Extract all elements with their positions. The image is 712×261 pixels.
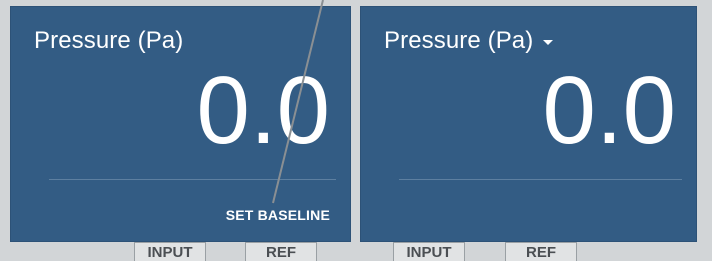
tab-input-right[interactable]: INPUT — [393, 242, 465, 261]
tab-input-left[interactable]: INPUT — [134, 242, 206, 261]
divider — [49, 179, 336, 180]
chevron-down-icon[interactable] — [543, 39, 554, 45]
pressure-display-screen: Pressure (Pa) 0.0 SET BASELINE Pressure … — [0, 0, 712, 261]
panel-title-dropdown[interactable]: Pressure (Pa) — [384, 27, 554, 55]
panel-title-label: Pressure (Pa) — [384, 27, 534, 54]
pressure-panel-left: Pressure (Pa) 0.0 SET BASELINE — [10, 6, 351, 242]
pressure-reading: 0.0 — [542, 57, 676, 164]
tab-ref-left[interactable]: REF — [245, 242, 317, 261]
pressure-panel-right: Pressure (Pa) 0.0 — [360, 6, 697, 242]
panel-title-label: Pressure (Pa) — [34, 27, 184, 54]
pressure-reading: 0.0 — [196, 57, 330, 164]
set-baseline-button[interactable]: SET BASELINE — [226, 207, 330, 223]
tab-ref-right[interactable]: REF — [505, 242, 577, 261]
panel-title: Pressure (Pa) — [34, 27, 183, 55]
divider — [399, 179, 682, 180]
